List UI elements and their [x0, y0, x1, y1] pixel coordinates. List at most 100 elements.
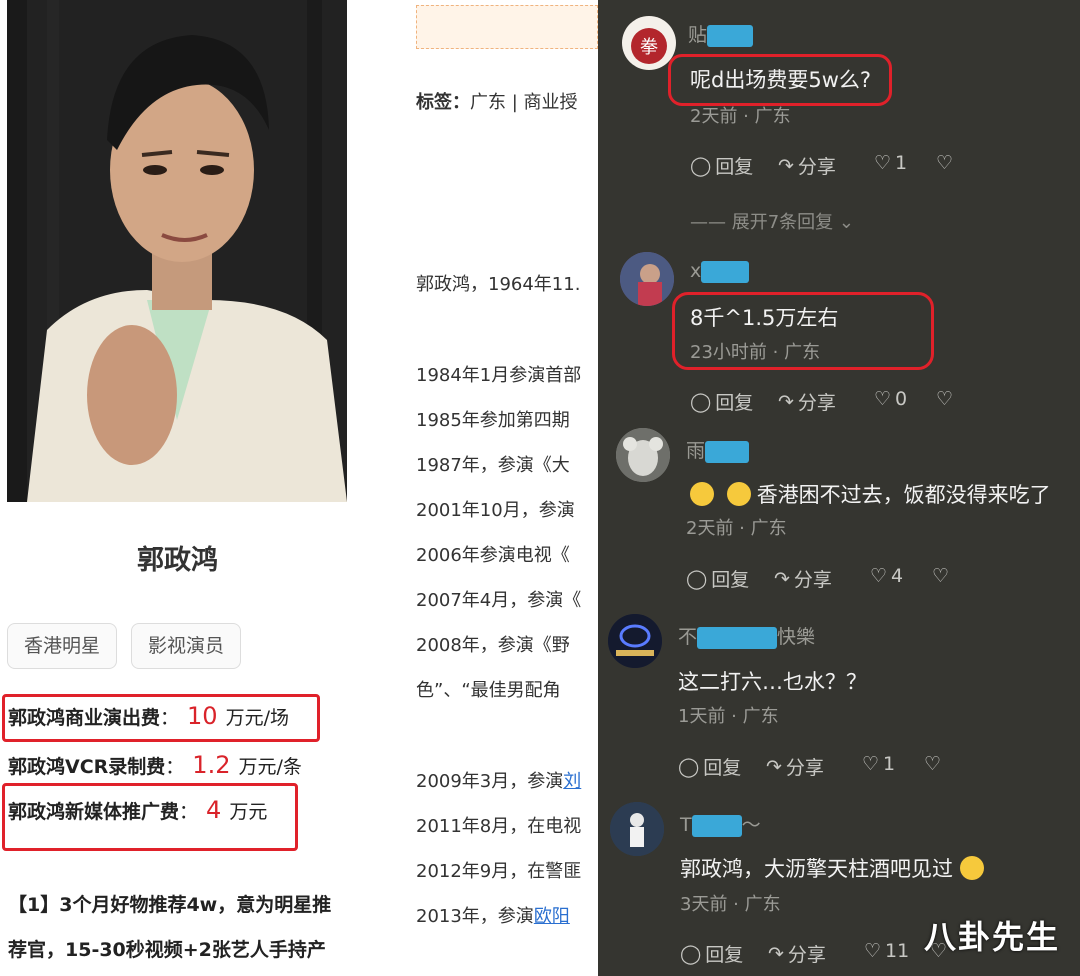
username-text: 不 [678, 626, 698, 648]
dislike-button[interactable]: ♡ [932, 565, 949, 587]
share-label: 分享 [793, 569, 832, 591]
article-intro: 郭政鸿，1964年11. [416, 274, 581, 295]
like-button[interactable]: ♡ 11 [864, 940, 909, 962]
fee-unit: 万元/场 [225, 707, 289, 729]
comment-username[interactable]: 贴 [688, 20, 754, 47]
grin-emoji-icon [959, 856, 984, 880]
censor-blur [707, 24, 754, 47]
share-button[interactable]: ↷ 分享 [778, 152, 836, 179]
share-button[interactable]: ↷ 分享 [766, 753, 824, 780]
fee-new-media: 郭政鸿新媒体推广费： 4 万元 [8, 796, 268, 824]
article-line: 2012年9月，在警匪 [416, 861, 582, 882]
expand-replies[interactable]: —— 展开7条回复 ⌄ [690, 208, 854, 234]
reply-button[interactable]: ◯ 回复 [690, 388, 753, 415]
fee-value: 1.2 [192, 751, 231, 779]
like-button[interactable]: ♡ 1 [862, 753, 895, 775]
username-text: 贴 [688, 24, 708, 46]
comment-username[interactable]: 雨 [686, 436, 750, 463]
share-button[interactable]: ↷ 分享 [768, 940, 826, 967]
comment-text: 香港困不过去，饭都没得来吃了 [690, 479, 1051, 509]
chat-bubble-icon: ◯ [690, 390, 712, 413]
reply-label: 回复 [711, 569, 750, 591]
avatar[interactable] [610, 802, 664, 856]
heart-icon: ♡ [864, 940, 882, 962]
censor-blur [705, 440, 750, 463]
thinking-emoji-icon [726, 482, 751, 506]
fee-unit: 万元 [229, 801, 268, 823]
share-arrow-icon: ↷ [766, 755, 782, 778]
like-button[interactable]: ♡ 4 [870, 565, 903, 587]
comment-text-body: 郭政鸿，大沥擎天柱酒吧见过 [680, 857, 953, 881]
heart-icon: ♡ [874, 152, 892, 174]
article-line: 2007年4月，参演《 [416, 590, 582, 611]
comment-username[interactable]: T ～ [680, 810, 761, 837]
article-line-2013: 2013年，参演欧阳 [416, 902, 570, 928]
tags-label: 标签： [416, 92, 470, 113]
comment-text: 8千^1.5万左右 [690, 306, 839, 330]
avatar[interactable] [608, 614, 662, 668]
heart-icon: ♡ [862, 753, 880, 775]
censor-blur [697, 626, 778, 649]
like-button[interactable]: ♡ 1 [874, 152, 907, 174]
censor-blur [691, 814, 742, 837]
tag-hk-star[interactable]: 香港明星 [7, 623, 117, 669]
share-arrow-icon: ↷ [778, 390, 794, 413]
comment-actions: ◯ 回复 ↷ 分享 ♡ 0 ♡ [690, 388, 1070, 416]
line-text: 2009年3月，参演 [416, 771, 564, 792]
comment-username[interactable]: 不 快樂 [678, 622, 815, 649]
comment-text: 郭政鸿，大沥擎天柱酒吧见过 [680, 853, 990, 883]
fee-label: 郭政鸿新媒体推广费 [8, 801, 180, 823]
chat-bubble-icon: ◯ [690, 154, 712, 177]
comment-meta: 23小时前 · 广东 [690, 342, 821, 363]
comment-meta: 2天前 · 广东 [686, 518, 787, 539]
promo-line: 荐官，15-30秒视频+2张艺人手持产 [8, 939, 326, 961]
avatar[interactable] [620, 252, 674, 306]
dislike-button[interactable]: ♡ [936, 388, 953, 410]
watermark: 八卦先生 [923, 918, 1060, 956]
comment-text-body: 香港困不过去，饭都没得来吃了 [756, 483, 1051, 507]
article-panel: 标签：广东 | 商业授 郭政鸿，1964年11. 1984年1月参演首部 198… [400, 0, 598, 976]
share-label: 分享 [787, 944, 826, 966]
article-link[interactable]: 欧阳 [534, 906, 570, 927]
comment-actions: ◯ 回复 ↷ 分享 ♡ 1 ♡ [690, 152, 1070, 180]
share-arrow-icon: ↷ [778, 154, 794, 177]
chat-bubble-icon: ◯ [678, 755, 700, 778]
avatar[interactable]: 拳 [622, 16, 676, 70]
reply-button[interactable]: ◯ 回复 [690, 152, 753, 179]
expand-label: 展开7条回复 [731, 212, 834, 233]
avatar[interactable] [616, 428, 670, 482]
share-label: 分享 [797, 156, 836, 178]
share-button[interactable]: ↷ 分享 [774, 565, 832, 592]
chat-bubble-icon: ◯ [680, 942, 702, 965]
reply-button[interactable]: ◯ 回复 [680, 940, 743, 967]
fee-value: 10 [187, 702, 218, 730]
profile-panel: 郭政鸿 香港明星 影视演员 郭政鸿商业演出费： 10 万元/场 郭政鸿VCR录制费：… [0, 0, 400, 976]
article-line: 色”、“最佳男配角 [416, 680, 561, 701]
like-count: 1 [895, 152, 908, 174]
ad-banner[interactable] [416, 5, 598, 49]
chat-bubble-icon: ◯ [686, 567, 708, 590]
comment-text: 这二打六…乜水？？ [678, 670, 867, 694]
thinking-emoji-icon [690, 482, 714, 506]
comment-username[interactable]: x [690, 260, 750, 283]
article-line: 2011年8月，在电视 [416, 816, 582, 837]
username-text: T [680, 814, 692, 836]
reply-label: 回复 [715, 392, 754, 414]
reply-button[interactable]: ◯ 回复 [678, 753, 741, 780]
reply-label: 回复 [705, 944, 744, 966]
article-line: 1985年参加第四期 [416, 410, 570, 431]
tag-film-actor[interactable]: 影视演员 [131, 623, 241, 669]
reply-label: 回复 [703, 757, 742, 779]
fee-value: 4 [206, 796, 222, 824]
like-count: 1 [883, 753, 896, 775]
dislike-button[interactable]: ♡ [936, 152, 953, 174]
like-count: 11 [885, 940, 910, 962]
article-link[interactable]: 刘 [563, 771, 581, 792]
comment-actions: ◯ 回复 ↷ 分享 ♡ 4 ♡ [686, 565, 1066, 593]
reply-button[interactable]: ◯ 回复 [686, 565, 749, 592]
share-button[interactable]: ↷ 分享 [778, 388, 836, 415]
dislike-button[interactable]: ♡ [924, 753, 941, 775]
broken-heart-icon: ♡ [924, 753, 942, 775]
article-line: 2008年，参演《野 [416, 635, 570, 656]
like-button[interactable]: ♡ 0 [874, 388, 907, 410]
